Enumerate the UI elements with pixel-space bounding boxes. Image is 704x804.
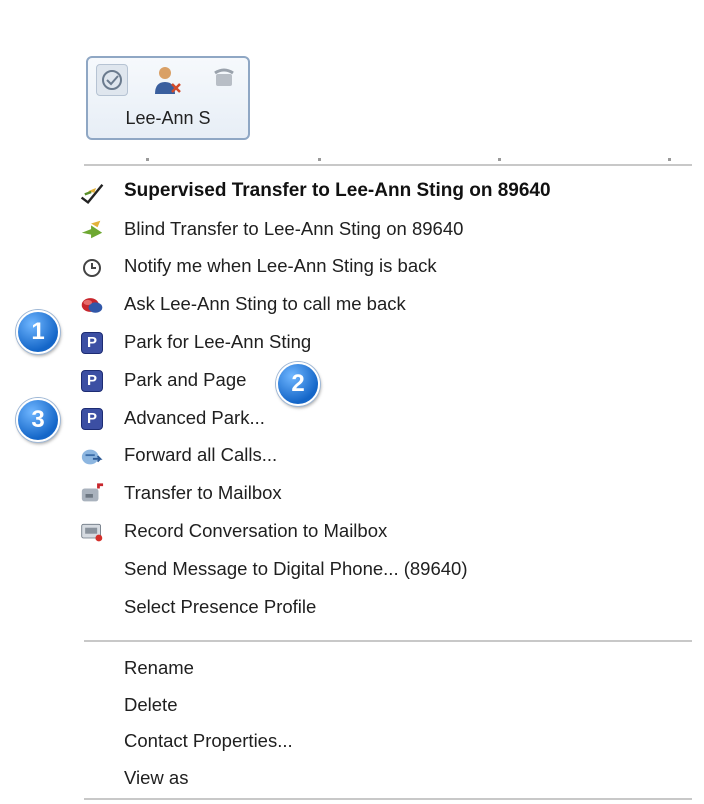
forward-icon bbox=[80, 445, 104, 469]
contact-card-icons bbox=[96, 64, 240, 100]
menu-divider bbox=[84, 798, 692, 800]
user-busy-icon[interactable] bbox=[152, 64, 184, 96]
menu-item-view-as[interactable]: View as bbox=[76, 760, 696, 797]
contact-card[interactable]: Lee-Ann S bbox=[86, 56, 250, 140]
callout-badge-3: 3 bbox=[16, 398, 60, 442]
menu-item-send-message[interactable]: Send Message to Digital Phone... (89640) bbox=[76, 550, 696, 588]
park-icon: P bbox=[80, 369, 104, 393]
divider-tick bbox=[318, 158, 321, 161]
menu-item-park-and-page[interactable]: P Park and Page bbox=[76, 361, 696, 399]
menu-divider bbox=[84, 640, 692, 642]
record-icon bbox=[80, 520, 104, 544]
menu-item-ask-call-back[interactable]: Ask Lee-Ann Sting to call me back bbox=[76, 285, 696, 323]
menu-item-transfer-to-mailbox[interactable]: Transfer to Mailbox bbox=[76, 474, 696, 512]
mailbox-icon bbox=[80, 482, 104, 506]
phone-icon[interactable] bbox=[210, 64, 242, 96]
context-menu-secondary: Rename Delete Contact Properties... View… bbox=[76, 650, 696, 796]
menu-item-delete[interactable]: Delete bbox=[76, 687, 696, 724]
context-menu: Supervised Transfer to Lee-Ann Sting on … bbox=[76, 172, 696, 626]
menu-item-blind-transfer[interactable]: Blind Transfer to Lee-Ann Sting on 89640 bbox=[76, 210, 696, 248]
park-icon: P bbox=[80, 331, 104, 355]
menu-item-contact-properties[interactable]: Contact Properties... bbox=[76, 723, 696, 760]
callback-icon bbox=[80, 293, 104, 317]
park-icon: P bbox=[80, 407, 104, 431]
menu-divider bbox=[84, 164, 692, 166]
menu-item-forward-all-calls[interactable]: Forward all Calls... bbox=[76, 437, 696, 475]
menu-item-supervised-transfer[interactable]: Supervised Transfer to Lee-Ann Sting on … bbox=[76, 172, 696, 210]
contact-name: Lee-Ann S bbox=[125, 108, 211, 128]
divider-tick bbox=[146, 158, 149, 161]
presence-status-icon[interactable] bbox=[96, 64, 128, 96]
menu-item-record-conversation[interactable]: Record Conversation to Mailbox bbox=[76, 512, 696, 550]
clock-icon bbox=[80, 256, 104, 280]
divider-tick bbox=[498, 158, 501, 161]
menu-item-park-for-user[interactable]: P Park for Lee-Ann Sting bbox=[76, 323, 696, 361]
menu-item-select-presence-profile[interactable]: Select Presence Profile bbox=[76, 588, 696, 626]
menu-item-rename[interactable]: Rename bbox=[76, 650, 696, 687]
divider-tick bbox=[668, 158, 671, 161]
blind-transfer-icon bbox=[80, 218, 104, 242]
menu-item-advanced-park[interactable]: P Advanced Park... bbox=[76, 399, 696, 437]
menu-item-notify-when-back[interactable]: Notify me when Lee-Ann Sting is back bbox=[76, 248, 696, 286]
callout-badge-2: 2 bbox=[276, 362, 320, 406]
supervised-transfer-icon bbox=[80, 180, 104, 205]
callout-badge-1: 1 bbox=[16, 310, 60, 354]
